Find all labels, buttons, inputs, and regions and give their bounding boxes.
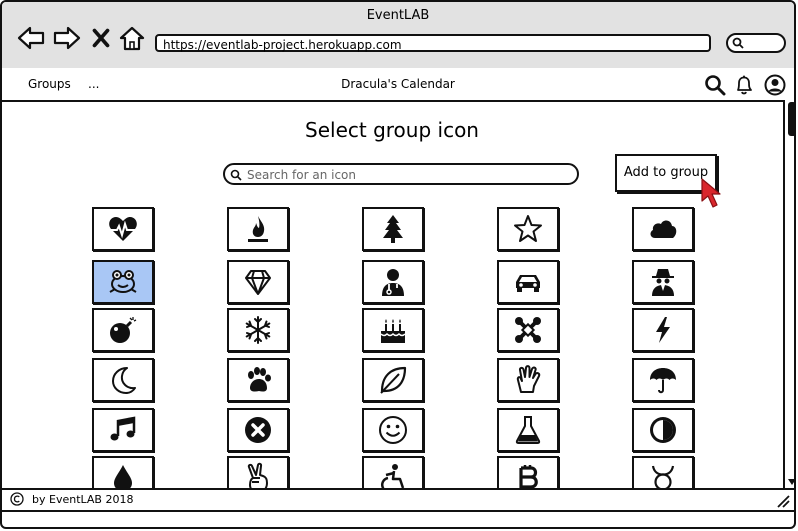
icon-tile-doctor[interactable]: [362, 260, 424, 304]
leaf-icon: [380, 366, 407, 394]
lightning-icon: [656, 317, 670, 343]
footer: by EventLAB 2018: [2, 488, 794, 512]
scroll-down-arrow-icon[interactable]: [787, 478, 796, 486]
window-title: EventLAB: [366, 8, 430, 23]
joomla-icon: [515, 317, 541, 343]
car-icon: [516, 275, 540, 292]
heartbeat-icon: [109, 217, 137, 241]
copyright-icon: [10, 492, 24, 506]
icon-tile-leaf[interactable]: [362, 358, 424, 402]
bell-icon[interactable]: [733, 74, 755, 96]
icon-tile-diamond[interactable]: [227, 260, 289, 304]
page-title: Select group icon: [305, 118, 479, 142]
icon-picker: Select group icon Add to group: [2, 100, 782, 490]
close-x-icon[interactable]: [88, 24, 114, 52]
smiley-icon: [379, 416, 407, 444]
menu-more-link[interactable]: ...: [88, 77, 99, 91]
back-arrow-icon[interactable]: [16, 24, 46, 52]
menu-groups-link[interactable]: Groups: [28, 77, 71, 91]
vulcan-salute-icon: [516, 365, 541, 393]
taurus-icon: [651, 465, 675, 490]
flask-icon: [515, 416, 541, 444]
umbrella-icon: [650, 368, 676, 394]
icon-tile-tree[interactable]: [362, 207, 424, 251]
icon-tile-frog[interactable]: [92, 260, 154, 304]
icon-tile-moon[interactable]: [92, 358, 154, 402]
browser-search-field[interactable]: [726, 33, 786, 53]
icon-tile-fire[interactable]: [227, 207, 289, 251]
bitcoin-icon: [519, 465, 538, 490]
icon-tile-close-circle[interactable]: [227, 408, 289, 452]
snowflake-icon: [245, 316, 271, 344]
diamond-icon: [245, 270, 271, 295]
user-avatar-icon[interactable]: [764, 74, 786, 96]
resize-handle-icon[interactable]: [774, 492, 790, 508]
home-icon[interactable]: [117, 24, 147, 52]
scrollbar-thumb[interactable]: [788, 102, 794, 136]
tree-icon: [383, 215, 403, 243]
calendar-title: Dracula's Calendar: [341, 77, 455, 91]
icon-tile-vulcan-salute[interactable]: [497, 358, 559, 402]
address-bar[interactable]: https://eventlab-project.herokuapp.com: [155, 34, 711, 52]
icon-tile-music[interactable]: [92, 408, 154, 452]
icon-tile-birthday-cake[interactable]: [362, 308, 424, 352]
birthday-cake-icon: [380, 319, 406, 343]
spy-icon: [652, 269, 674, 296]
icon-tile-flask[interactable]: [497, 408, 559, 452]
footer-text: by EventLAB 2018: [32, 493, 134, 506]
icon-tile-star[interactable]: [497, 207, 559, 251]
paw-icon: [248, 367, 271, 392]
frog-icon: [109, 270, 137, 293]
icon-tile-cloud[interactable]: [632, 207, 694, 251]
icon-tile-taurus[interactable]: [632, 456, 694, 490]
icon-search-field[interactable]: [223, 163, 579, 185]
fire-icon: [248, 216, 268, 242]
close-circle-icon: [245, 417, 271, 443]
icon-tile-bitcoin[interactable]: [497, 456, 559, 490]
icon-tile-smiley[interactable]: [362, 408, 424, 452]
forward-arrow-icon[interactable]: [52, 24, 82, 52]
wheelchair-icon: [380, 464, 405, 490]
bomb-icon: [110, 317, 137, 343]
icon-tile-car[interactable]: [497, 260, 559, 304]
star-icon: [514, 215, 542, 242]
mouse-pointer-icon: [701, 178, 721, 208]
contrast-icon: [650, 417, 676, 443]
icon-tile-bomb[interactable]: [92, 308, 154, 352]
icon-tile-spy[interactable]: [632, 260, 694, 304]
icon-tile-paw[interactable]: [227, 358, 289, 402]
icon-tile-wheelchair[interactable]: [362, 456, 424, 490]
icon-tile-joomla[interactable]: [497, 308, 559, 352]
browser-window: EventLAB https://eventlab-project.heroku…: [0, 0, 796, 529]
title-bar: EventLAB https://eventlab-project.heroku…: [2, 2, 794, 70]
search-icon: [732, 37, 744, 49]
app-menubar: Groups ... Dracula's Calendar: [2, 68, 794, 102]
vertical-scrollbar[interactable]: [783, 100, 796, 488]
search-icon[interactable]: [704, 74, 726, 96]
drop-icon: [114, 465, 132, 490]
icon-tile-contrast[interactable]: [632, 408, 694, 452]
cloud-icon: [650, 220, 677, 238]
icon-tile-drop[interactable]: [92, 456, 154, 490]
icon-tile-heartbeat[interactable]: [92, 207, 154, 251]
icon-tile-snowflake[interactable]: [227, 308, 289, 352]
victory-hand-icon: [247, 462, 268, 490]
icon-tile-victory-hand[interactable]: [227, 456, 289, 490]
icon-tile-umbrella[interactable]: [632, 358, 694, 402]
icon-search-input[interactable]: [245, 166, 569, 184]
doctor-icon: [382, 269, 404, 296]
search-icon: [230, 169, 242, 181]
music-icon: [110, 416, 136, 441]
icon-tile-lightning[interactable]: [632, 308, 694, 352]
moon-icon: [112, 367, 136, 394]
